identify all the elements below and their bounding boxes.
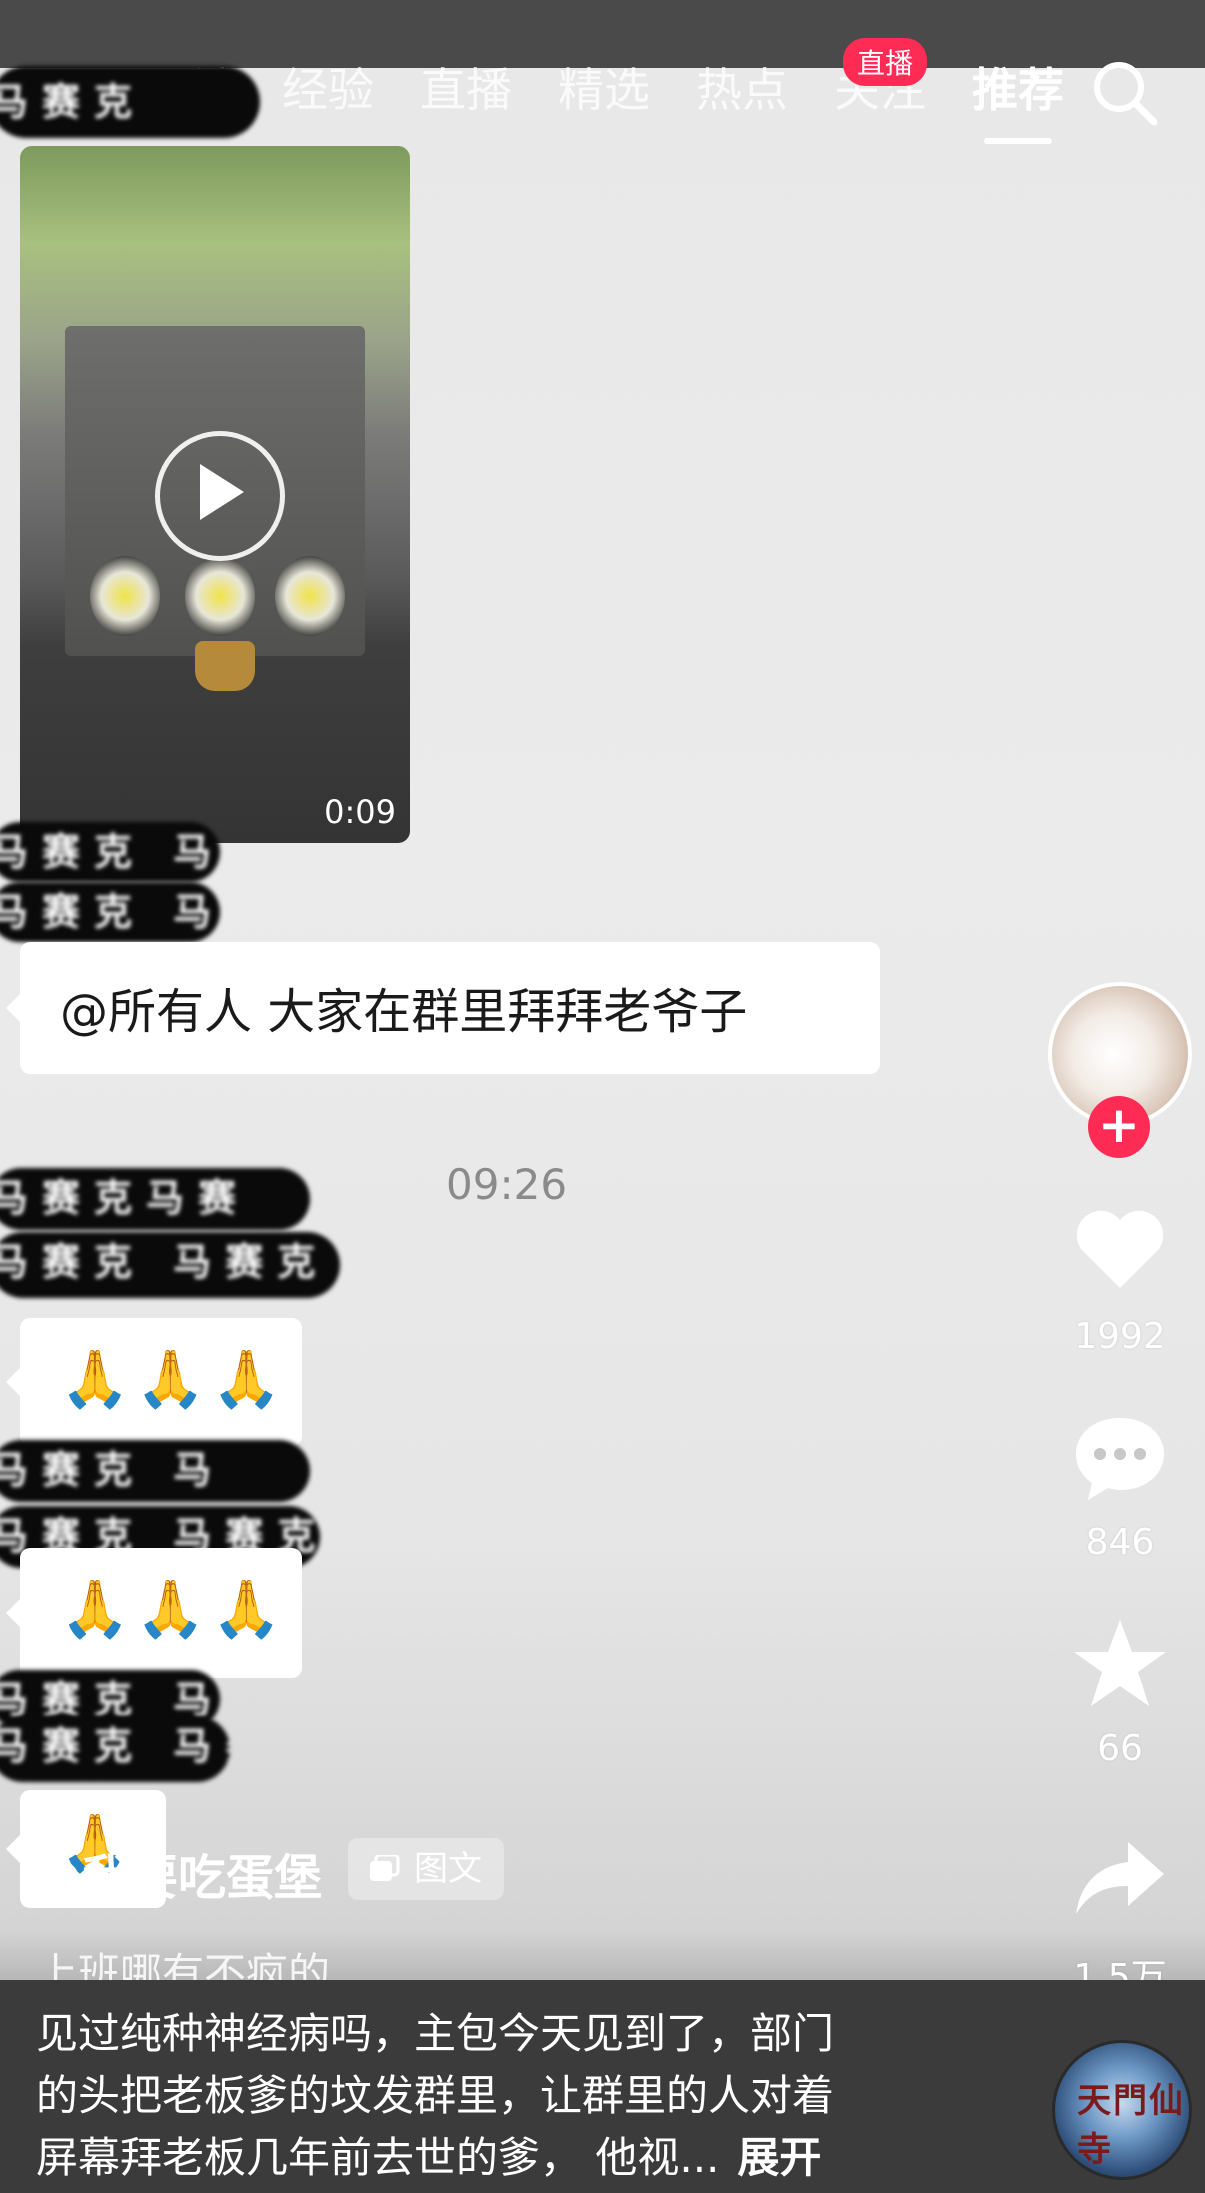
live-badge: 直播 [843, 38, 928, 86]
status-bar [0, 0, 1205, 68]
music-disc-text: 天門仙寺 [1077, 2081, 1185, 2170]
censor-blob: 马赛克 马赛克 [0, 822, 220, 882]
censor-blob: 马赛克 [0, 66, 260, 138]
star-icon[interactable] [1070, 1614, 1170, 1714]
flower-bouquet [185, 556, 255, 636]
prayer-emoji: 🙏🙏🙏 [60, 1577, 288, 1642]
music-disc[interactable]: 天門仙寺 [1052, 2040, 1192, 2180]
video-duration: 0:09 [324, 793, 396, 831]
censor-blob: 马赛克 马 [0, 1440, 310, 1502]
play-icon[interactable] [200, 464, 244, 520]
like-count: 1992 [1074, 1316, 1166, 1357]
caption-line: 的头把老板爹的坟发群里，让群里的人对着 [36, 2071, 835, 2120]
prayer-emoji: 🙏🙏🙏 [60, 1347, 288, 1412]
tab-live[interactable]: 直播 [420, 60, 512, 120]
chat-message-bubble: 🙏🙏🙏 [6, 1318, 302, 1446]
tab-trending[interactable]: 热点 [696, 60, 788, 120]
tab-featured[interactable]: 精选 [558, 60, 650, 120]
comment-icon[interactable] [1070, 1408, 1170, 1508]
search-icon[interactable] [1090, 58, 1160, 128]
flower-bouquet [275, 556, 345, 636]
video-thumbnail[interactable]: 0:09 [20, 146, 410, 843]
caption-text: 屏幕拜老板几年前去世的爹， 他视... [36, 2133, 720, 2182]
tab-experience[interactable]: 经验 [282, 60, 374, 120]
censor-blob: 马赛克 马赛克 [0, 1232, 340, 1298]
heart-icon[interactable] [1070, 1200, 1170, 1300]
censor-blob: 马赛克 马赛 [0, 882, 220, 942]
flower-bouquet [90, 556, 160, 636]
expand-link[interactable]: 展开 [737, 2133, 821, 2182]
caption-line: 屏幕拜老板几年前去世的爹， 他视... 展开 [36, 2124, 821, 2185]
follow-button[interactable]: + [1088, 1096, 1150, 1158]
favorite-count: 66 [1097, 1728, 1143, 1769]
author-name[interactable]: @我要吃蛋堡 [34, 1838, 322, 1908]
chat-message-text: @所有人 大家在群里拜拜老爷子 [60, 984, 748, 1040]
gallery-icon [370, 1855, 400, 1881]
chat-message-bubble: 🙏🙏🙏 [6, 1548, 302, 1678]
chat-message-bubble: @所有人 大家在群里拜拜老爷子 [6, 942, 880, 1074]
incense-pot [195, 641, 255, 691]
tab-recommended[interactable]: 推荐 [972, 60, 1064, 144]
share-icon[interactable] [1070, 1830, 1170, 1930]
comment-count: 846 [1085, 1522, 1155, 1563]
post-type-tag[interactable]: 图文 [348, 1838, 504, 1900]
censor-blob: 马赛克马赛 [0, 1168, 310, 1230]
chat-timestamp: 09:26 [446, 1160, 568, 1209]
caption-line: 见过纯种神经病吗，主包今天见到了，部门 [36, 2009, 835, 2058]
post-type-label: 图文 [414, 1849, 482, 1889]
top-tabs: 城 经验 直播 精选 热点 关注 推荐 [190, 60, 1110, 144]
censor-blob: 马赛克 马赛 [0, 1716, 230, 1782]
